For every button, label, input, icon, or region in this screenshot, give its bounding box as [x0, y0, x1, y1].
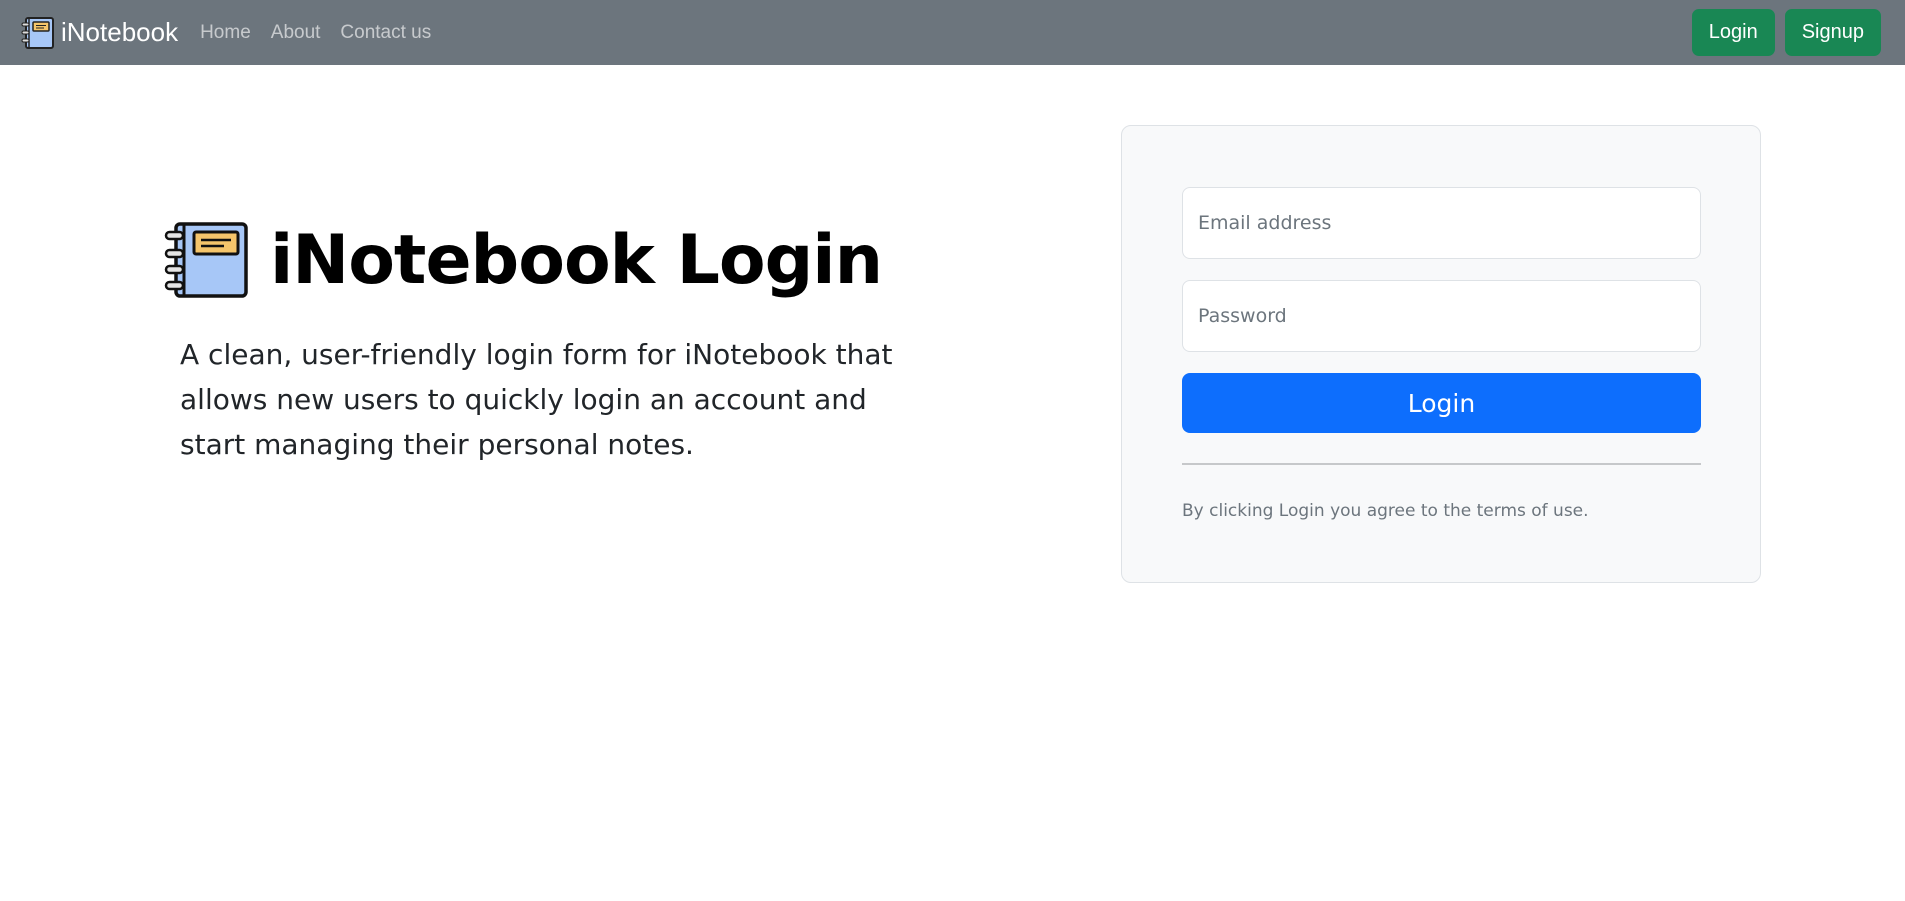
divider: [1182, 463, 1701, 465]
login-submit-button[interactable]: Login: [1182, 373, 1701, 433]
email-field[interactable]: [1182, 187, 1701, 259]
nav-link-contact[interactable]: Contact us: [340, 22, 431, 44]
page-title: iNotebook Login: [270, 220, 883, 300]
notebook-icon: [164, 222, 248, 298]
brand-link[interactable]: iNotebook: [20, 16, 178, 50]
nav-signup-button[interactable]: Signup: [1784, 9, 1881, 56]
nav-login-button[interactable]: Login: [1691, 9, 1775, 56]
nav-links: Home About Contact us: [200, 22, 451, 44]
password-field[interactable]: [1182, 280, 1701, 352]
brand-name: iNotebook: [61, 17, 179, 47]
nav-actions: Login Signup: [1691, 9, 1881, 56]
nav-link-about[interactable]: About: [271, 22, 321, 44]
login-card: Login By clicking Login you agree to the…: [1121, 125, 1761, 583]
hero-description: A clean, user-friendly login form for iN…: [180, 338, 893, 461]
navbar: iNotebook Home About Contact us Login Si…: [0, 0, 1905, 65]
nav-link-home[interactable]: Home: [200, 22, 251, 44]
hero-heading: iNotebook Login: [164, 220, 883, 300]
terms-text: By clicking Login you agree to the terms…: [1182, 501, 1589, 521]
notebook-icon: [21, 16, 54, 49]
